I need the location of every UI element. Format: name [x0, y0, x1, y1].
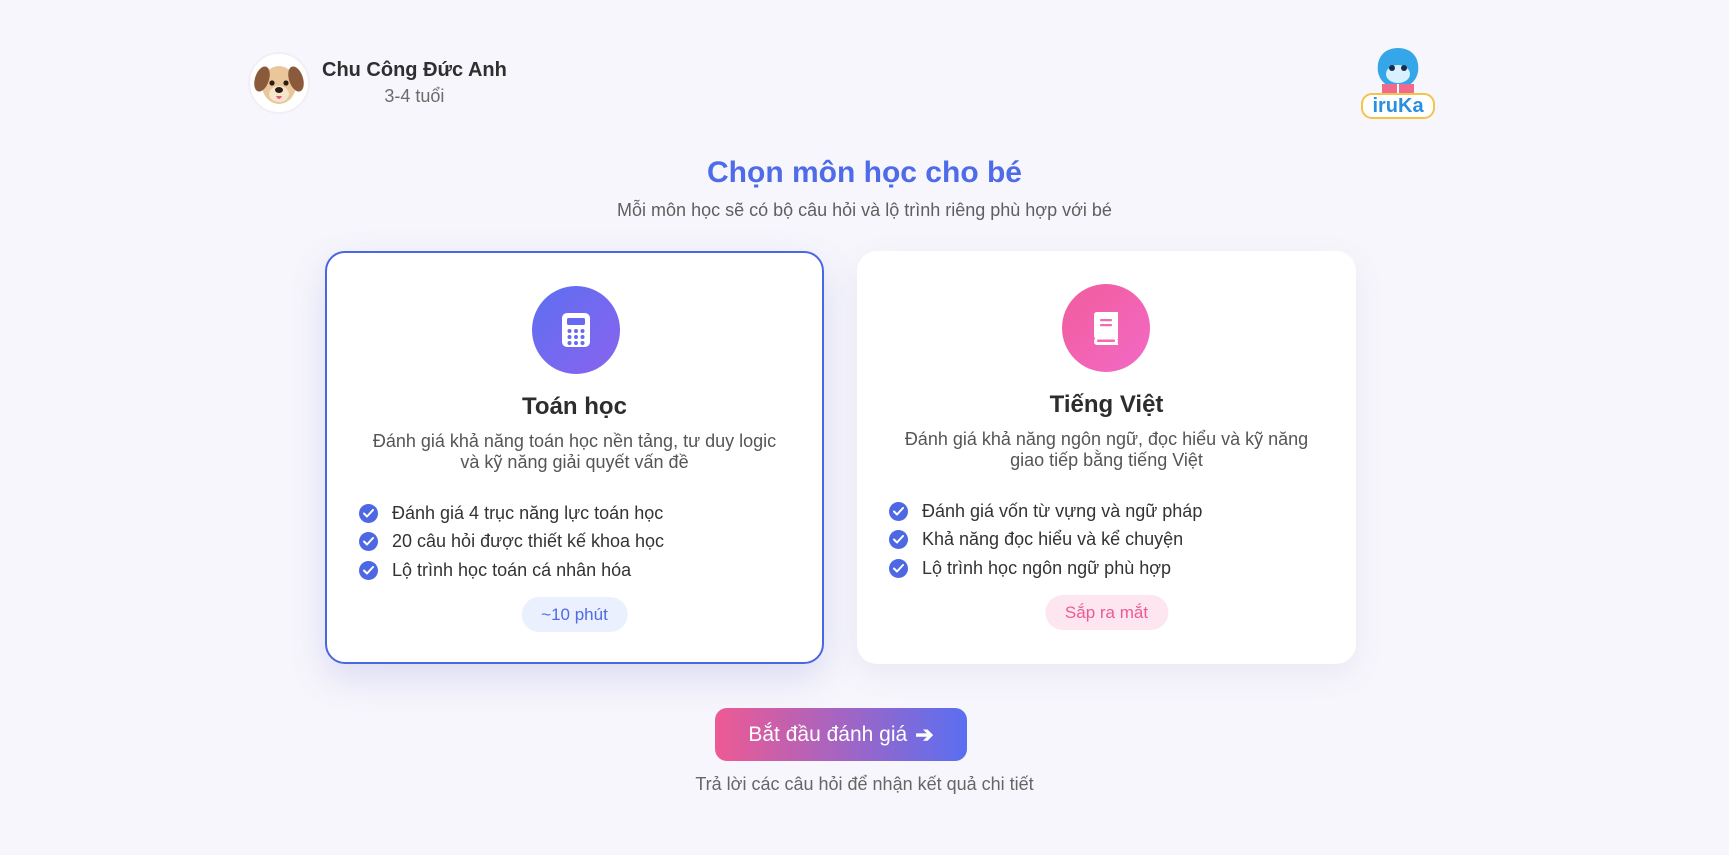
- check-circle-icon: [359, 560, 378, 580]
- subject-title: Tiếng Việt: [1049, 391, 1164, 418]
- child-age: 3-4 tuổi: [384, 86, 445, 106]
- start-button-label: Bắt đầu đánh giá: [748, 722, 908, 746]
- page-subtitle: Mỗi môn học sẽ có bộ câu hỏi và lộ trình…: [617, 200, 1112, 220]
- duration-badge: ~10 phút: [521, 597, 628, 632]
- feature-text: 20 câu hỏi được thiết kế khoa học: [392, 531, 665, 552]
- check-circle-icon: [889, 558, 908, 578]
- subject-selection-page: Chu Công Đức Anh 3-4 tuổi iruKa Chọn môn…: [0, 0, 1729, 855]
- feature-item: Đánh giá vốn từ vựng và ngữ pháp: [889, 497, 1202, 526]
- feature-item: Lộ trình học ngôn ngữ phù hợp: [889, 554, 1202, 583]
- feature-item: Đánh giá 4 trục năng lực toán học: [359, 499, 664, 528]
- page-title: Chọn môn học cho bé: [707, 156, 1022, 189]
- feature-list: Đánh giá vốn từ vựng và ngữ pháp Khả năn…: [889, 497, 1202, 583]
- check-circle-icon: [359, 503, 378, 523]
- check-circle-icon: [889, 530, 908, 550]
- start-assessment-button[interactable]: Bắt đầu đánh giá ➔: [715, 708, 967, 761]
- calculator-icon: [532, 286, 620, 374]
- book-icon: [1062, 284, 1150, 372]
- feature-item: 20 câu hỏi được thiết kế khoa học: [359, 528, 664, 557]
- check-circle-icon: [359, 532, 378, 552]
- logo-text: iruKa: [1372, 95, 1424, 117]
- feature-text: Đánh giá vốn từ vựng và ngữ pháp: [922, 500, 1203, 521]
- feature-item: Lộ trình học toán cá nhân hóa: [359, 556, 664, 585]
- feature-list: Đánh giá 4 trục năng lực toán học 20 câu…: [359, 499, 664, 585]
- feature-item: Khả năng đọc hiểu và kể chuyện: [889, 526, 1202, 555]
- dog-avatar-icon: [248, 52, 310, 114]
- subject-card-vietnamese[interactable]: Tiếng Việt Đánh giá khả năng ngôn ngữ, đ…: [857, 251, 1356, 664]
- feature-text: Khả năng đọc hiểu và kể chuyện: [922, 529, 1184, 550]
- subject-title: Toán học: [522, 393, 627, 420]
- feature-text: Đánh giá 4 trục năng lực toán học: [392, 502, 664, 523]
- coming-soon-badge: Sắp ra mắt: [1044, 595, 1169, 630]
- child-name: Chu Công Đức Anh: [322, 59, 507, 81]
- subject-card-math[interactable]: Toán học Đánh giá khả năng toán học nền …: [325, 251, 824, 664]
- subject-description: Đánh giá khả năng toán học nền tảng, tư …: [372, 431, 777, 472]
- start-hint: Trả lời các câu hỏi để nhận kết quả chi …: [695, 774, 1034, 794]
- feature-text: Lộ trình học ngôn ngữ phù hợp: [922, 557, 1172, 578]
- child-profile[interactable]: Chu Công Đức Anh 3-4 tuổi: [248, 52, 507, 114]
- arrow-right-icon: ➔: [915, 721, 934, 747]
- dolphin-logo-icon[interactable]: iruKa: [1358, 44, 1438, 120]
- feature-text: Lộ trình học toán cá nhân hóa: [392, 559, 632, 580]
- check-circle-icon: [889, 501, 908, 521]
- subject-description: Đánh giá khả năng ngôn ngữ, đọc hiểu và …: [904, 429, 1309, 470]
